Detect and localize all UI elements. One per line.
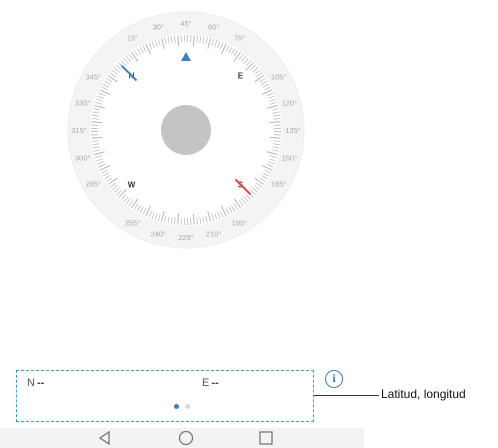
latitude-value: -- bbox=[36, 377, 45, 389]
degree-label: 15° bbox=[127, 33, 138, 42]
degree-label: 345° bbox=[86, 73, 102, 82]
degree-label: 165° bbox=[271, 180, 287, 189]
degree-label: 285° bbox=[86, 180, 102, 189]
degree-label: 315° bbox=[71, 126, 87, 135]
callout-label: Latitud, longitud bbox=[381, 387, 466, 401]
cardinal-e: E bbox=[238, 72, 244, 81]
degree-label: 45° bbox=[180, 19, 191, 28]
page-dot-2[interactable] bbox=[185, 404, 190, 409]
degree-label: 105° bbox=[271, 73, 287, 82]
degree-label: 210° bbox=[206, 229, 222, 238]
longitude-value: -- bbox=[211, 377, 219, 389]
degree-label: 330° bbox=[75, 98, 91, 107]
cardinal-w: W bbox=[128, 180, 136, 189]
callout-line bbox=[314, 395, 379, 396]
degree-label: 300° bbox=[75, 154, 91, 163]
latitude-readout: N -- bbox=[27, 377, 44, 389]
degree-label: 225° bbox=[178, 233, 194, 242]
coordinates-panel: N -- E -- bbox=[16, 370, 314, 422]
home-icon[interactable] bbox=[177, 429, 195, 447]
degree-label: 60° bbox=[208, 23, 219, 32]
compass-center bbox=[161, 105, 211, 155]
page-indicator bbox=[174, 404, 190, 409]
page-dot-1[interactable] bbox=[174, 404, 179, 409]
degree-label: 195° bbox=[232, 219, 248, 228]
longitude-direction: E bbox=[202, 377, 210, 389]
longitude-readout: E -- bbox=[202, 377, 219, 389]
degree-label: 75° bbox=[234, 33, 245, 42]
degree-label: 30° bbox=[153, 23, 164, 32]
navigation-bar bbox=[0, 428, 364, 448]
degree-label: 150° bbox=[282, 154, 298, 163]
recents-icon[interactable] bbox=[257, 429, 275, 447]
degree-label: 135° bbox=[285, 126, 301, 135]
degree-label: 255° bbox=[125, 219, 141, 228]
back-icon[interactable] bbox=[96, 429, 114, 447]
degree-label: 240° bbox=[151, 229, 167, 238]
degree-label: 120° bbox=[282, 98, 298, 107]
latitude-direction: N bbox=[27, 377, 35, 389]
info-icon[interactable]: i bbox=[325, 370, 343, 388]
